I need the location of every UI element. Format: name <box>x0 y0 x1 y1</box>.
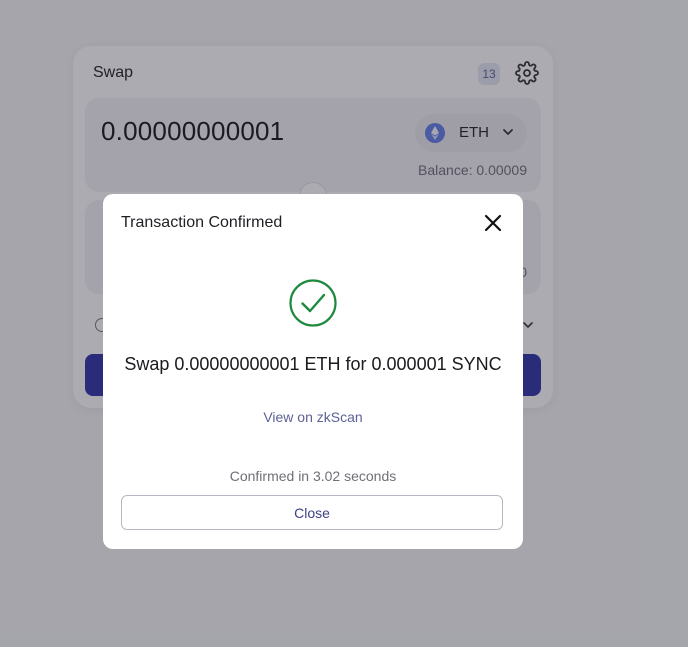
view-on-explorer-link[interactable]: View on zkScan <box>103 409 523 425</box>
transaction-summary: Swap 0.00000000001 ETH for 0.000001 SYNC <box>124 354 502 374</box>
close-button[interactable]: Close <box>121 495 503 530</box>
confirmation-time: Confirmed in 3.02 seconds <box>229 468 397 484</box>
modal-title: Transaction Confirmed <box>121 214 283 231</box>
transaction-confirmed-modal: Transaction Confirmed Swap 0.00000000001… <box>103 194 523 549</box>
close-icon[interactable] <box>483 213 503 233</box>
check-circle-icon <box>289 279 337 327</box>
